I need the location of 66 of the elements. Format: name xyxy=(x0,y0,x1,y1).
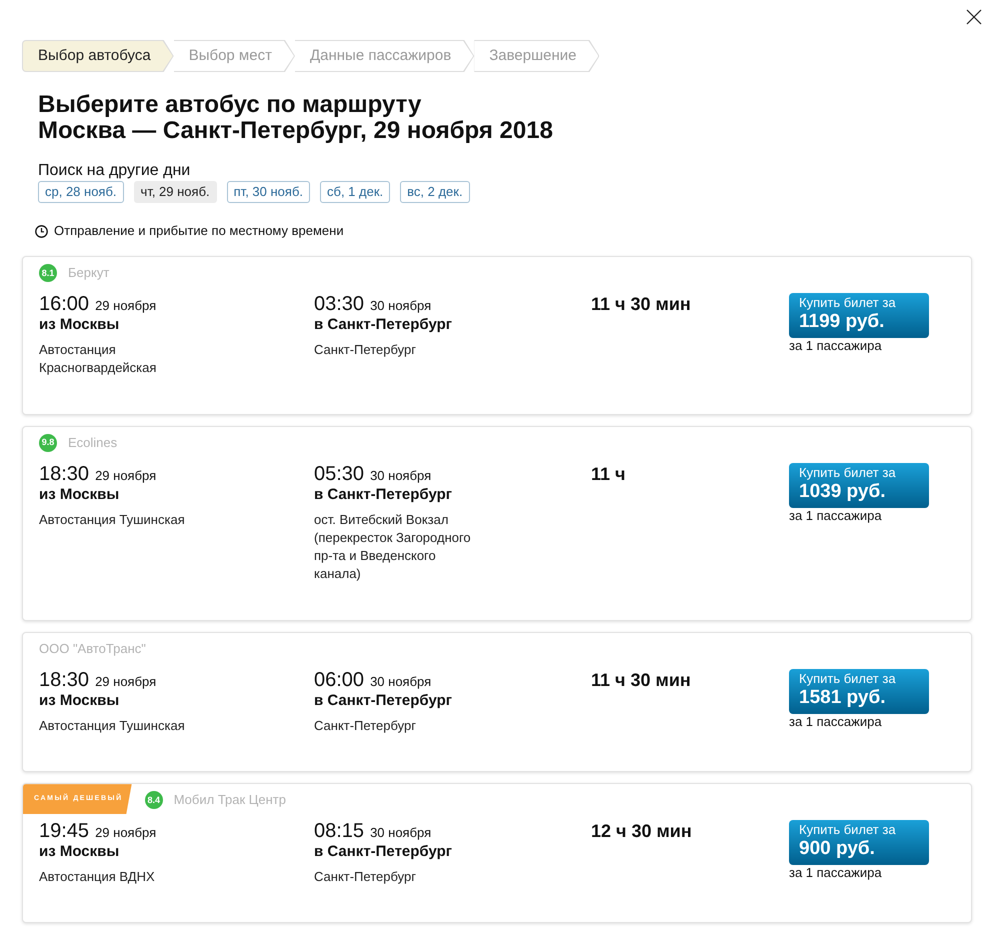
arrival-time: 08:15 xyxy=(314,819,364,844)
date-chip[interactable]: вс, 2 дек. xyxy=(400,181,470,203)
departure-time: 18:30 xyxy=(39,462,90,486)
timezone-note: Отправление и прибытие по местному времени xyxy=(54,223,344,239)
price-note: за 1 пассажира xyxy=(789,508,882,524)
date-chip[interactable]: чт, 29 нояб. xyxy=(134,181,217,203)
clock-icon xyxy=(35,224,48,238)
arrival-station: Санкт-Петербург xyxy=(314,341,417,359)
buy-ticket-button[interactable]: Купить билет за 1581 руб. xyxy=(789,668,929,714)
departure-time: 19:45 xyxy=(39,819,90,844)
departure-date: 29 ноября xyxy=(95,468,156,484)
carrier-name: Беркут xyxy=(68,265,110,281)
arrival-date: 30 ноября xyxy=(370,674,432,690)
carrier-name: Мобил Трак Центр xyxy=(174,792,286,808)
trip-duration: 11 ч 30 мин xyxy=(591,668,691,691)
price-note: за 1 пассажира xyxy=(789,714,882,730)
rating-badge: 9.8 xyxy=(39,434,57,452)
page-heading: Выберите автобус по маршруту Москва — Санкт-Петербург, 29 ноября 2018 xyxy=(37,92,554,144)
other-days-label: Поиск на другие дни xyxy=(38,161,192,181)
arrival-city: в Санкт-Петербург xyxy=(314,843,452,862)
departure-station: Автостанция ВДНХ xyxy=(39,868,156,886)
arrival-city: в Санкт-Петербург xyxy=(314,692,452,710)
carrier-name: Ecolines xyxy=(68,434,118,451)
departure-station: Автостанция Тушинская xyxy=(39,510,186,529)
rating-badge: 8.4 xyxy=(144,791,163,810)
close-icon xyxy=(966,9,982,25)
departure-station: Автостанция Тушинская xyxy=(39,716,186,735)
departure-date: 29 ноября xyxy=(95,298,156,314)
date-chip[interactable]: сб, 1 дек. xyxy=(320,181,390,203)
step-tab[interactable]: Данные пассажиров xyxy=(294,40,474,72)
arrival-station: Санкт-Петербург xyxy=(314,868,417,886)
trip-duration: 11 ч 30 мин xyxy=(591,293,691,315)
arrival-time: 03:30 xyxy=(314,292,364,316)
departure-city: из Москвы xyxy=(39,843,120,862)
date-chip[interactable]: пт, 30 нояб. xyxy=(226,181,310,203)
carrier-name: ООО "АвтоТранс" xyxy=(39,640,146,657)
arrival-city: в Санкт-Петербург xyxy=(314,316,452,334)
step-tab[interactable]: Выбор мест xyxy=(174,40,295,72)
date-chip[interactable]: ср, 28 нояб. xyxy=(38,181,124,203)
arrival-date: 30 ноября xyxy=(370,825,432,842)
trip-duration: 11 ч xyxy=(591,462,626,485)
rating-badge: 8.1 xyxy=(39,264,57,282)
arrival-time: 06:00 xyxy=(314,668,364,692)
departure-city: из Москвы xyxy=(39,692,120,710)
arrival-station: Санкт-Петербург xyxy=(314,716,417,735)
departure-date: 29 ноября xyxy=(95,674,156,690)
price-note: за 1 пассажира xyxy=(789,338,882,354)
departure-station: Автостанция Красногвардейская xyxy=(39,341,158,378)
step-tab[interactable]: Завершение xyxy=(474,40,600,72)
arrival-station: ост. Витебский Вокзал (перекресток Загородного пр-та и Введенского канала) xyxy=(314,510,472,584)
arrival-date: 30 ноября xyxy=(370,298,432,314)
trip-duration: 12 ч 30 мин xyxy=(591,820,692,842)
buy-ticket-button[interactable]: Купить билет за 1039 руб. xyxy=(789,462,929,508)
buy-ticket-button[interactable]: Купить билет за 1199 руб. xyxy=(789,293,929,338)
arrival-city: в Санкт-Петербург xyxy=(314,486,452,504)
arrival-time: 05:30 xyxy=(314,462,364,486)
departure-city: из Москвы xyxy=(39,316,120,334)
departure-time: 18:30 xyxy=(39,668,90,692)
close-button[interactable] xyxy=(966,9,982,25)
price-note: за 1 пассажира xyxy=(789,865,882,882)
departure-city: из Москвы xyxy=(39,486,120,504)
arrival-date: 30 ноября xyxy=(370,468,432,484)
step-tab[interactable]: Выбор автобуса xyxy=(22,40,174,72)
departure-time: 16:00 xyxy=(39,292,90,316)
departure-date: 29 ноября xyxy=(95,825,156,842)
buy-ticket-button[interactable]: Купить билет за 900 руб. xyxy=(789,820,929,866)
